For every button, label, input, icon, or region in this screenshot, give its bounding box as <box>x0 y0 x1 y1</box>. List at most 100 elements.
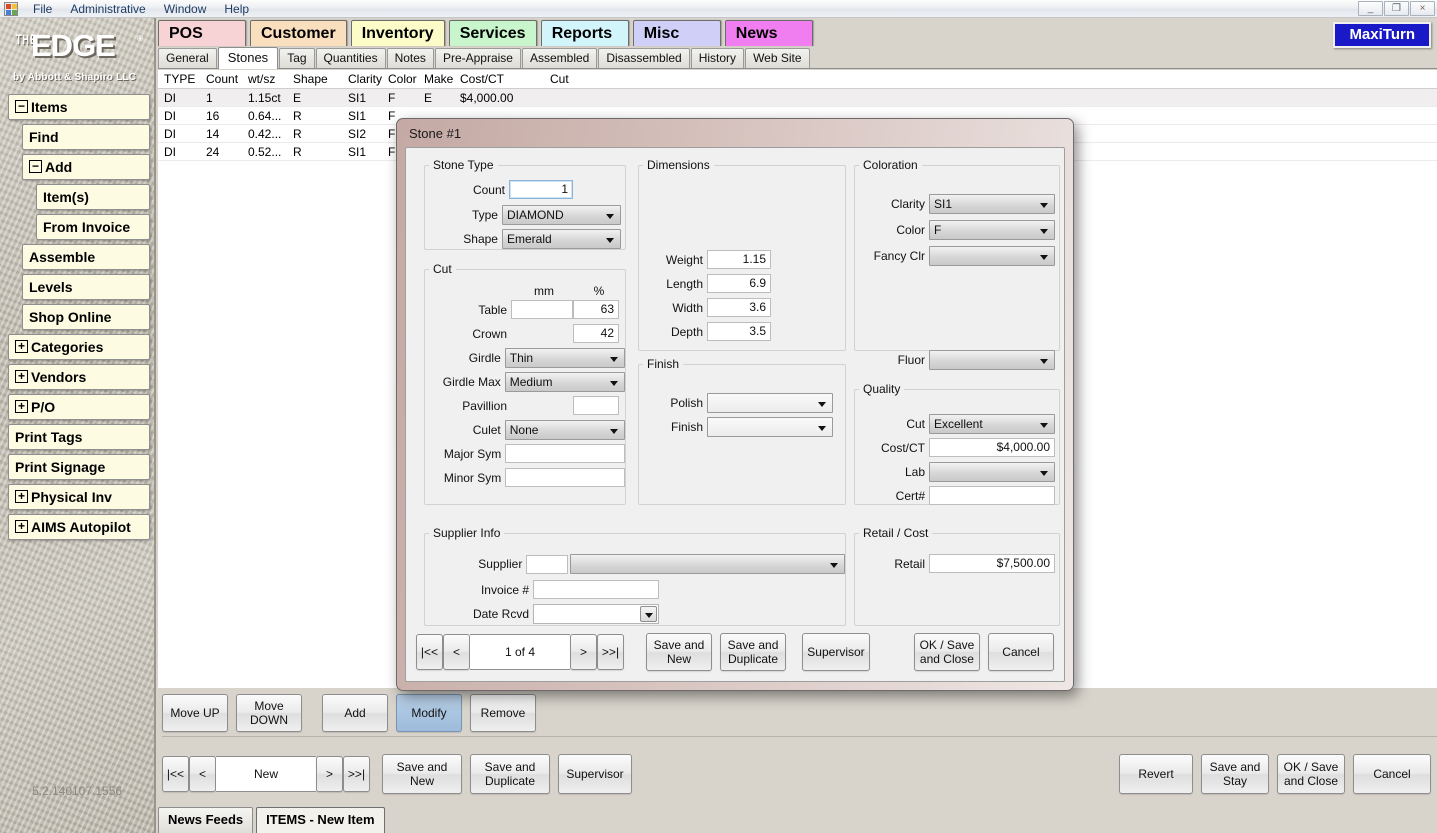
dialog-supervisor-button[interactable]: Supervisor <box>802 633 870 671</box>
dialog-save-and-new-button[interactable]: Save and New <box>646 633 712 671</box>
grid-column-header[interactable]: Count <box>200 72 242 86</box>
menu-file[interactable]: File <box>24 0 61 18</box>
next-record-button[interactable]: > <box>316 756 343 792</box>
sidebar-item-print-tags[interactable]: Print Tags <box>8 424 150 450</box>
last-record-button[interactable]: >>| <box>343 756 370 792</box>
main-tab-misc[interactable]: Misc <box>633 20 721 46</box>
modify-button[interactable]: Modify <box>396 694 462 732</box>
main-tab-services[interactable]: Services <box>449 20 537 46</box>
main-tab-pos[interactable]: POS <box>158 20 246 46</box>
sub-tab-general[interactable]: General <box>158 48 217 68</box>
menu-administrative[interactable]: Administrative <box>61 0 154 18</box>
shape-select[interactable]: Emerald <box>502 229 621 249</box>
sub-tab-tag[interactable]: Tag <box>279 48 314 68</box>
crown-pct-input[interactable]: 42 <box>573 324 619 343</box>
lab-select[interactable] <box>929 462 1055 482</box>
grid-column-header[interactable]: wt/sz <box>242 72 287 86</box>
sidebar-item-levels[interactable]: Levels <box>22 274 150 300</box>
save-and-duplicate-button[interactable]: Save and Duplicate <box>470 754 550 794</box>
bottom-tab-items-new-item[interactable]: ITEMS - New Item <box>256 807 384 833</box>
table-mm-input[interactable] <box>511 300 573 319</box>
collapse-icon[interactable]: − <box>15 100 28 113</box>
menu-help[interactable]: Help <box>215 0 258 18</box>
sub-tab-quantities[interactable]: Quantities <box>316 48 386 68</box>
type-select[interactable]: DIAMOND <box>502 205 621 225</box>
supplier-code-input[interactable] <box>526 555 568 574</box>
table-pct-input[interactable]: 63 <box>573 300 619 319</box>
menu-window[interactable]: Window <box>155 0 216 18</box>
grid-column-header[interactable]: Make <box>418 72 454 86</box>
girdle-select[interactable]: Thin <box>505 348 625 368</box>
expand-icon[interactable]: + <box>15 400 28 413</box>
cert-number-input[interactable] <box>929 486 1055 505</box>
fluor-select[interactable] <box>929 350 1055 370</box>
sidebar-item-vendors[interactable]: +Vendors <box>8 364 150 390</box>
main-tab-inventory[interactable]: Inventory <box>351 20 445 46</box>
main-tab-news[interactable]: News <box>725 20 813 46</box>
grid-column-header[interactable]: Shape <box>287 72 342 86</box>
calendar-dropdown-icon[interactable] <box>640 606 657 622</box>
finish-select[interactable] <box>707 417 833 437</box>
sidebar-item-shop-online[interactable]: Shop Online <box>22 304 150 330</box>
dialog-next-button[interactable]: > <box>570 634 597 670</box>
cost-per-ct-input[interactable]: $4,000.00 <box>929 438 1055 457</box>
remove-button[interactable]: Remove <box>470 694 536 732</box>
maxiturn-button[interactable]: MaxiTurn <box>1333 22 1431 48</box>
sidebar-item-categories[interactable]: +Categories <box>8 334 150 360</box>
minor-sym-input[interactable] <box>505 468 625 487</box>
sub-tab-disassembled[interactable]: Disassembled <box>598 48 689 68</box>
sidebar-item-assemble[interactable]: Assemble <box>22 244 150 270</box>
grid-column-header[interactable]: Color <box>382 72 418 86</box>
ok-save-and-close-button[interactable]: OK / Save and Close <box>1277 754 1345 794</box>
sidebar-item-p-o[interactable]: +P/O <box>8 394 150 420</box>
sub-tab-history[interactable]: History <box>691 48 744 68</box>
length-input[interactable]: 6.9 <box>707 274 771 293</box>
table-row[interactable]: DI11.15ctESI1FE$4,000.00 <box>158 89 1437 107</box>
sidebar-item-aims-autopilot[interactable]: +AIMS Autopilot <box>8 514 150 540</box>
grid-column-header[interactable]: Cut <box>544 72 664 86</box>
major-sym-input[interactable] <box>505 444 625 463</box>
main-tab-customer[interactable]: Customer <box>250 20 347 46</box>
dialog-first-button[interactable]: |<< <box>416 634 443 670</box>
supervisor-button[interactable]: Supervisor <box>558 754 632 794</box>
sidebar-item-print-signage[interactable]: Print Signage <box>8 454 150 480</box>
revert-button[interactable]: Revert <box>1119 754 1193 794</box>
save-and-stay-button[interactable]: Save and Stay <box>1201 754 1269 794</box>
culet-select[interactable]: None <box>505 420 625 440</box>
sidebar-item-item-s[interactable]: Item(s) <box>36 184 150 210</box>
grid-column-header[interactable]: Cost/CT <box>454 72 544 86</box>
girdle-max-select[interactable]: Medium <box>505 372 625 392</box>
quality-cut-select[interactable]: Excellent <box>929 414 1055 434</box>
grid-column-header[interactable]: Clarity <box>342 72 382 86</box>
close-button[interactable]: × <box>1410 1 1435 16</box>
color-select[interactable]: F <box>929 220 1055 240</box>
save-and-new-button[interactable]: Save and New <box>382 754 462 794</box>
pavillion-input[interactable] <box>573 396 619 415</box>
weight-input[interactable]: 1.15 <box>707 250 771 269</box>
supplier-select[interactable] <box>570 554 845 574</box>
expand-icon[interactable]: + <box>15 370 28 383</box>
clarity-select[interactable]: SI1 <box>929 194 1055 214</box>
dialog-last-button[interactable]: >>| <box>597 634 624 670</box>
dialog-cancel-button[interactable]: Cancel <box>988 633 1054 671</box>
expand-icon[interactable]: + <box>15 340 28 353</box>
invoice-number-input[interactable] <box>533 580 659 599</box>
add-button[interactable]: Add <box>322 694 388 732</box>
sub-tab-assembled[interactable]: Assembled <box>522 48 597 68</box>
date-received-input[interactable] <box>533 604 659 624</box>
cancel-button[interactable]: Cancel <box>1353 754 1431 794</box>
sidebar-item-find[interactable]: Find <box>22 124 150 150</box>
width-input[interactable]: 3.6 <box>707 298 771 317</box>
restore-button[interactable]: ❐ <box>1384 1 1409 16</box>
dialog-save-and-duplicate-button[interactable]: Save and Duplicate <box>720 633 786 671</box>
collapse-icon[interactable]: − <box>29 160 42 173</box>
dialog-prev-button[interactable]: < <box>443 634 470 670</box>
prev-record-button[interactable]: < <box>189 756 216 792</box>
sidebar-item-from-invoice[interactable]: From Invoice <box>36 214 150 240</box>
move-up-button[interactable]: Move UP <box>162 694 228 732</box>
main-tab-reports[interactable]: Reports <box>541 20 629 46</box>
sidebar-item-items[interactable]: −Items <box>8 94 150 120</box>
expand-icon[interactable]: + <box>15 520 28 533</box>
first-record-button[interactable]: |<< <box>162 756 189 792</box>
dialog-record-indicator[interactable]: 1 of 4 <box>470 634 570 670</box>
